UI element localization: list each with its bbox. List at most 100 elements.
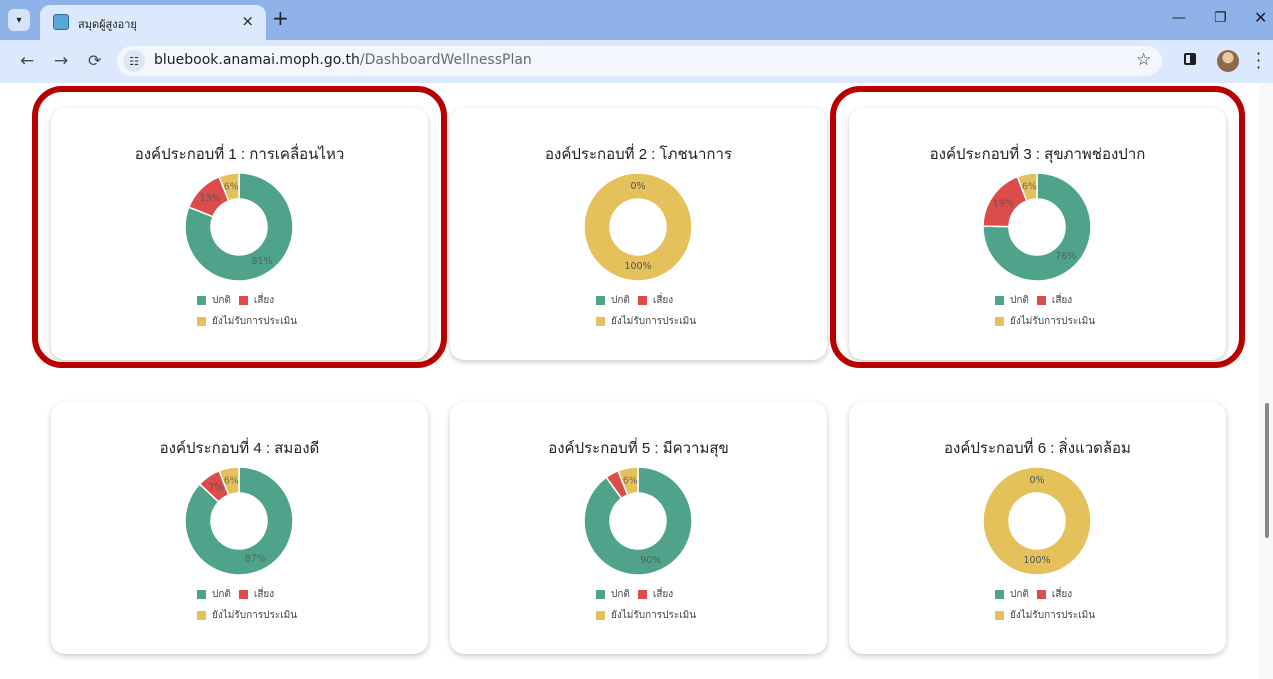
legend-label: ปกติ bbox=[611, 588, 630, 600]
url-text: bluebook.anamai.moph.go.th/DashboardWell… bbox=[154, 52, 532, 68]
more-menu-icon[interactable]: · · · bbox=[1256, 46, 1261, 76]
legend-item-normal[interactable]: ปกติ bbox=[995, 293, 1029, 308]
card-title: องค์ประกอบที่ 5 : มีความสุข bbox=[548, 440, 729, 457]
chart-legend: ปกติ เสี่ยงยังไม่รับการประเมิน bbox=[596, 586, 704, 628]
legend-label: ยังไม่รับการประเมิน bbox=[611, 609, 697, 621]
favicon-icon bbox=[53, 14, 69, 30]
slice-label: 90% bbox=[640, 555, 661, 566]
restore-icon[interactable]: ❐ bbox=[1214, 10, 1227, 26]
tab-search-button[interactable]: ▾ bbox=[8, 9, 30, 31]
legend-item-risk[interactable]: เสี่ยง bbox=[637, 587, 674, 602]
reload-icon[interactable]: ⟳ bbox=[88, 51, 101, 70]
legend-label: ยังไม่รับการประเมิน bbox=[212, 609, 298, 621]
legend-item-not-assessed[interactable]: ยังไม่รับการประเมิน bbox=[995, 314, 1095, 329]
legend-item-risk[interactable]: เสี่ยง bbox=[1036, 587, 1072, 602]
legend-label: ปกติ bbox=[1010, 294, 1029, 306]
legend-item-not-assessed[interactable]: ยังไม่รับการประเมิน bbox=[197, 608, 297, 623]
forward-icon[interactable]: → bbox=[54, 51, 68, 71]
legend-row: ยังไม่รับการประเมิน bbox=[995, 313, 1103, 329]
close-window-icon[interactable]: ✕ bbox=[1254, 8, 1267, 27]
legend-label: เสี่ยง bbox=[652, 294, 674, 306]
donut-chart[interactable]: 76% 19% 6% bbox=[982, 172, 1092, 282]
slice-label: 87% bbox=[245, 554, 266, 565]
browser-tab-bar: ▾ สมุดผู้สูงอายุ × + — ❐ ✕ bbox=[0, 0, 1273, 40]
legend-label: ปกติ bbox=[611, 294, 630, 306]
legend-label: เสี่ยง bbox=[253, 294, 275, 306]
side-panel-icon[interactable] bbox=[1184, 53, 1196, 65]
wellness-card-2: องค์ประกอบที่ 2 : โภชนาการ 0% 100% ปกติ เสี่… bbox=[450, 108, 827, 360]
legend-label: ปกติ bbox=[212, 294, 231, 306]
legend-item-risk[interactable]: เสี่ยง bbox=[238, 293, 275, 308]
card-title: องค์ประกอบที่ 6 : สิ่งแวดล้อม bbox=[944, 440, 1131, 457]
legend-item-not-assessed[interactable]: ยังไม่รับการประเมิน bbox=[995, 608, 1095, 623]
legend-swatch bbox=[995, 610, 1004, 620]
donut-chart[interactable]: 90% 6% bbox=[583, 466, 693, 576]
legend-label: เสี่ยง bbox=[652, 588, 674, 600]
browser-tab[interactable]: สมุดผู้สูงอายุ × bbox=[40, 5, 266, 40]
legend-label: ยังไม่รับการประเมิน bbox=[1010, 609, 1096, 621]
legend-row: ยังไม่รับการประเมิน bbox=[995, 607, 1103, 623]
legend-row: ปกติ เสี่ยง bbox=[197, 292, 305, 308]
legend-item-normal[interactable]: ปกติ bbox=[596, 293, 630, 308]
back-icon[interactable]: ← bbox=[20, 51, 34, 71]
address-bar[interactable]: ☷ bluebook.anamai.moph.go.th/DashboardWe… bbox=[117, 46, 1162, 76]
card-title: องค์ประกอบที่ 1 : การเคลื่อนไหว bbox=[134, 146, 345, 163]
legend-label: ยังไม่รับการประเมิน bbox=[1010, 315, 1096, 327]
donut-chart[interactable]: 0% 100% bbox=[583, 172, 693, 282]
card-title: องค์ประกอบที่ 4 : สมองดี bbox=[159, 440, 320, 457]
page-scrollbar[interactable] bbox=[1259, 83, 1273, 679]
dashboard-content: องค์ประกอบที่ 1 : การเคลื่อนไหว 81% 13% 6% ป… bbox=[0, 83, 1273, 679]
legend-item-not-assessed[interactable]: ยังไม่รับการประเมิน bbox=[197, 314, 297, 329]
minimize-icon[interactable]: — bbox=[1172, 10, 1186, 26]
legend-item-normal[interactable]: ปกติ bbox=[197, 587, 231, 602]
slice-label: 81% bbox=[251, 256, 272, 267]
url-host: bluebook.anamai.moph.go.th bbox=[154, 52, 360, 68]
slice-label: 7% bbox=[208, 482, 223, 493]
legend-swatch bbox=[995, 295, 1004, 305]
legend-swatch bbox=[995, 589, 1004, 599]
site-info-icon[interactable]: ☷ bbox=[123, 50, 145, 72]
slice-label: 6% bbox=[623, 476, 638, 487]
chart-legend: ปกติ เสี่ยงยังไม่รับการประเมิน bbox=[995, 586, 1103, 628]
legend-item-normal[interactable]: ปกติ bbox=[596, 587, 630, 602]
legend-row: ยังไม่รับการประเมิน bbox=[197, 313, 305, 329]
card-title: องค์ประกอบที่ 3 : สุขภาพช่องปาก bbox=[929, 146, 1146, 163]
legend-item-risk[interactable]: เสี่ยง bbox=[637, 293, 674, 308]
slice-label: 6% bbox=[224, 476, 239, 487]
legend-swatch bbox=[238, 589, 248, 599]
chevron-down-icon: ▾ bbox=[16, 14, 22, 26]
legend-label: ยังไม่รับการประเมิน bbox=[212, 315, 298, 327]
legend-item-risk[interactable]: เสี่ยง bbox=[238, 587, 274, 602]
slice-label: 76% bbox=[1055, 251, 1076, 262]
legend-swatch bbox=[197, 295, 206, 305]
donut-chart[interactable]: 87% 7%6% bbox=[184, 466, 294, 576]
tab-close-button[interactable]: × bbox=[241, 12, 254, 30]
legend-swatch bbox=[995, 316, 1004, 326]
legend-swatch bbox=[197, 610, 206, 620]
legend-swatch bbox=[637, 589, 647, 599]
legend-item-risk[interactable]: เสี่ยง bbox=[1036, 293, 1072, 308]
slice-label: 100% bbox=[1023, 555, 1050, 566]
legend-item-normal[interactable]: ปกติ bbox=[197, 293, 231, 308]
legend-swatch bbox=[238, 295, 248, 305]
legend-swatch bbox=[197, 316, 206, 326]
legend-label: ปกติ bbox=[1010, 588, 1029, 600]
legend-item-not-assessed[interactable]: ยังไม่รับการประเมิน bbox=[596, 608, 696, 623]
browser-toolbar: ← → ⟳ ☷ bluebook.anamai.moph.go.th/Dashb… bbox=[0, 40, 1273, 83]
legend-swatch bbox=[1036, 589, 1046, 599]
donut-chart[interactable]: 0% 100% bbox=[982, 466, 1092, 576]
donut-chart[interactable]: 81% 13% 6% bbox=[184, 172, 294, 282]
wellness-card-4: องค์ประกอบที่ 4 : สมองดี 87% 7% 6% ปกติ เสี่ย… bbox=[51, 402, 428, 654]
new-tab-button[interactable]: + bbox=[272, 8, 289, 28]
profile-avatar[interactable] bbox=[1217, 50, 1239, 72]
legend-swatch bbox=[596, 589, 605, 599]
scrollbar-thumb[interactable] bbox=[1265, 403, 1269, 538]
chart-legend: ปกติ เสี่ยงยังไม่รับการประเมิน bbox=[197, 586, 305, 628]
legend-item-normal[interactable]: ปกติ bbox=[995, 587, 1029, 602]
legend-item-not-assessed[interactable]: ยังไม่รับการประเมิน bbox=[596, 314, 696, 329]
slice-label: 100% bbox=[624, 261, 651, 272]
legend-swatch bbox=[637, 295, 647, 305]
bookmark-star-icon[interactable]: ☆ bbox=[1136, 50, 1151, 70]
slice-label: 13% bbox=[199, 193, 220, 204]
legend-label: ยังไม่รับการประเมิน bbox=[611, 315, 697, 327]
